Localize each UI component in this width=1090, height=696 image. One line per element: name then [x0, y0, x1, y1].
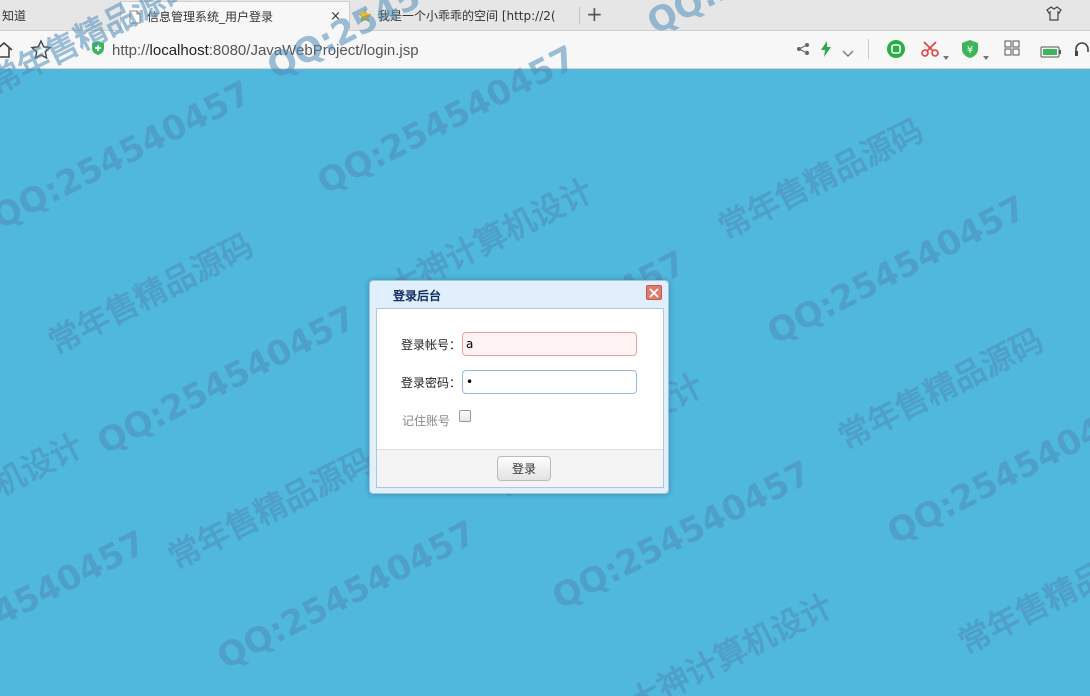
dialog-body: 登录帐号： 登录密码： 记住账号 登录	[376, 308, 664, 488]
watermark-text: QQ:254540457	[90, 298, 363, 463]
watermark-text: 常年售精品源码	[162, 441, 380, 577]
new-tab-button[interactable]: +	[586, 4, 603, 24]
tab-title: 信息管理系统_用户登录	[147, 10, 274, 24]
account-label: 登录帐号：	[401, 338, 462, 352]
scissors-icon[interactable]	[921, 40, 939, 62]
skin-icon[interactable]	[1046, 5, 1062, 25]
headphones-icon[interactable]	[1074, 40, 1090, 62]
account-input[interactable]	[462, 332, 637, 356]
watermark-text: 常年售精品源码	[832, 321, 1050, 457]
wechat-icon[interactable]	[886, 39, 906, 63]
dialog-footer: 登录	[377, 449, 663, 487]
url-field[interactable]: http://localhost:8080/JavaWebProject/log…	[80, 35, 870, 65]
watermark-text: QQ:254540457	[210, 513, 483, 678]
close-icon	[649, 287, 659, 298]
document-icon	[129, 10, 141, 24]
svg-text:¥: ¥	[967, 45, 973, 56]
password-label: 登录密码：	[401, 376, 462, 390]
watermark-text: 常年售精品源码	[712, 111, 930, 247]
login-dialog: 登录后台 登录帐号： 登录密码： 记住账号 登录	[369, 280, 669, 494]
toolbar-divider	[868, 39, 869, 59]
shield-plus-icon	[90, 40, 106, 60]
watermark-text: QQ:254540457	[0, 73, 258, 238]
tab-login-page[interactable]: 信息管理系统_用户登录 ×	[120, 1, 350, 31]
tab-separator	[579, 7, 580, 24]
watermark-text: QQ:254540457	[760, 188, 1033, 353]
tab-title: 我是一个小乖乖的空间 [http://2(	[378, 9, 556, 23]
chevron-down-icon[interactable]	[983, 45, 989, 64]
chevron-down-icon[interactable]	[943, 45, 949, 64]
battery-icon[interactable]	[1040, 43, 1062, 62]
dialog-title: 登录后台	[393, 289, 442, 303]
wallet-shield-icon[interactable]: ¥	[960, 39, 980, 63]
watermark-text: 常年售精品源码	[952, 526, 1090, 662]
chevron-down-icon[interactable]	[842, 43, 854, 62]
remember-label: 记住账号	[402, 414, 451, 428]
remember-checkbox[interactable]	[459, 410, 471, 422]
browser-tab-bar: 知道 信息管理系统_用户登录 × 我是一个小乖乖的空间 [http://2( +	[0, 0, 1090, 31]
tab-close-button[interactable]: ×	[330, 9, 341, 24]
watermark-text: 大神计算机设计	[0, 426, 90, 562]
watermark-text: QQ:254540457	[880, 388, 1090, 553]
tab-qzone[interactable]: 我是一个小乖乖的空间 [http://2(	[352, 0, 577, 31]
url-text: http://localhost:8080/JavaWebProject/log…	[112, 41, 419, 59]
login-button[interactable]: 登录	[497, 456, 551, 481]
browser-address-bar: http://localhost:8080/JavaWebProject/log…	[0, 31, 1090, 69]
tab-title: 知道	[2, 9, 27, 23]
lightning-icon[interactable]	[820, 41, 832, 61]
password-input[interactable]	[462, 370, 637, 394]
watermark-text: 大神计算机设计	[622, 586, 840, 696]
apps-grid-icon[interactable]	[1004, 40, 1020, 60]
home-icon[interactable]	[0, 40, 14, 64]
share-icon[interactable]	[796, 41, 810, 60]
star-icon	[358, 8, 372, 23]
dialog-close-button[interactable]	[646, 285, 662, 300]
tab-partial[interactable]: 知道	[0, 0, 115, 31]
watermark-text: 常年售精品源码	[42, 226, 260, 362]
watermark-text: QQ:254540457	[0, 523, 153, 688]
bookmark-star-icon[interactable]	[30, 39, 52, 65]
